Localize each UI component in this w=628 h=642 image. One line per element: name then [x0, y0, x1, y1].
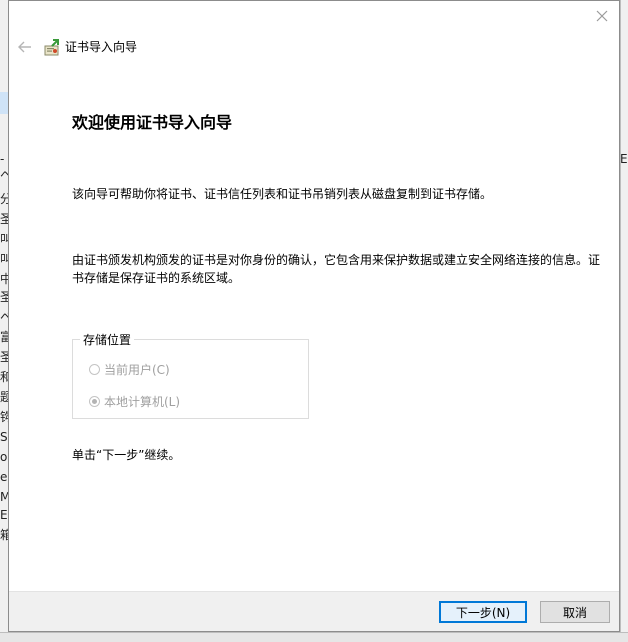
- radio-label: 本地计算机(L): [104, 395, 181, 409]
- page-heading: 欢迎使用证书导入向导: [72, 113, 233, 132]
- radio-button[interactable]: [89, 364, 100, 375]
- certificate-wizard-icon: [44, 39, 59, 56]
- radio-label: 当前用户(C): [104, 363, 170, 377]
- store-location-legend: 存储位置: [80, 332, 135, 348]
- background-text-fragment: E: [620, 152, 628, 166]
- wizard-title: 证书导入向导: [65, 40, 138, 54]
- close-icon: [596, 10, 608, 22]
- next-button[interactable]: 下一步(N): [439, 601, 527, 623]
- description-paragraph: 由证书颁发机构颁发的证书是对你身份的确认，它包含用来保护数据或建立安全网络连接的…: [72, 253, 601, 285]
- dialog-footer: 下一步(N) 取消: [9, 591, 619, 631]
- close-button[interactable]: [591, 5, 613, 27]
- radio-current-user[interactable]: 当前用户(C): [89, 361, 170, 378]
- certificate-import-wizard-dialog: 证书导入向导 欢迎使用证书导入向导 该向导可帮助你将证书、证书信任列表和证书吊销…: [8, 0, 620, 632]
- background-window-bottom: [0, 632, 628, 642]
- continue-hint: 单击“下一步”继续。: [72, 448, 181, 462]
- intro-paragraph: 该向导可帮助你将证书、证书信任列表和证书吊销列表从磁盘复制到证书存储。: [72, 187, 493, 201]
- back-button[interactable]: [15, 37, 35, 57]
- cancel-button[interactable]: 取消: [540, 601, 610, 623]
- radio-button[interactable]: [89, 396, 100, 407]
- store-location-group: 存储位置 当前用户(C) 本地计算机(L): [72, 332, 309, 419]
- background-window-right: E: [620, 0, 628, 642]
- back-arrow-icon: [18, 41, 31, 53]
- radio-local-machine[interactable]: 本地计算机(L): [89, 393, 180, 410]
